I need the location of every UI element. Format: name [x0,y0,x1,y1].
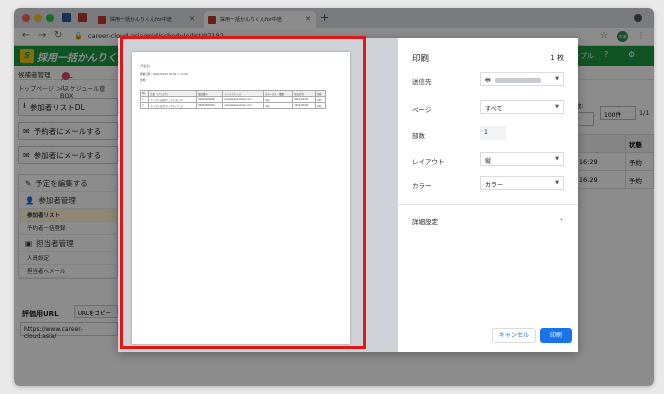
preview-cell: 予約 [262,102,294,109]
divider [398,204,578,205]
chevron-down-icon: ▼ [555,180,559,186]
preview-page: [予定名] 開催日時：2021/04/10 10:00 ～ 11:00 会場： … [132,52,350,344]
destination-label: 送信先 [412,78,432,86]
destination-select[interactable]: 🖶 ▼ [480,72,564,86]
sheet-count: 1 枚 [550,54,564,62]
screen: 採用一括かんりくんfor中途 ✕ 採用一括かんりくんfor中途 ✕ + ← → … [0,0,664,394]
pages-label: ページ [412,106,432,114]
preview-cell: 2 [139,102,150,109]
preview-doc-place: 会場： [140,79,148,82]
cancel-button[interactable]: キャンセル [492,328,536,343]
chevron-down-icon: ▼ [555,76,559,82]
preview-cell: サンプル花子(サンプルハナコ) [148,102,198,109]
color-label: カラー [412,182,432,190]
printer-icon: 🖶 [485,77,491,84]
preview-cell: 予約 [314,102,327,109]
chevron-down-icon: ▼ [555,156,559,162]
preview-row: 2 サンプル花子(サンプルハナコ) 09000000000 sample@exa… [139,102,327,109]
copies-input[interactable]: 1 [480,126,506,140]
preview-cell: 09000000000 [196,102,224,109]
printer-name-redacted [494,78,541,83]
preview-cell: 2021/04/09 [292,102,316,109]
preview-cell: sample@example.com [222,102,264,109]
print-dialog-title: 印刷 [412,54,430,64]
layout-select[interactable]: 縦 ▼ [480,152,564,166]
pages-select-value: すべて [485,106,503,113]
pages-select[interactable]: すべて ▼ [480,100,564,114]
layout-select-value: 縦 [485,158,492,165]
copies-label: 部数 [412,132,425,140]
chevron-down-icon[interactable]: ⌄ [559,215,564,222]
preview-doc-title: [予定名] [140,65,150,68]
print-dialog: [予定名] 開催日時：2021/04/10 10:00 ～ 11:00 会場： … [118,38,578,352]
advanced-settings-toggle[interactable]: 詳細設定 [412,216,438,226]
print-settings-panel: 印刷 1 枚 送信先 🖶 ▼ ページ すべて ▼ 部数 1 レイアウト 縦 ▼ … [398,38,578,352]
preview-doc-meta: 開催日時：2021/04/10 10:00 ～ 11:00 [140,73,188,76]
chevron-down-icon: ▼ [555,104,559,110]
preview-table: No 氏名（フリガナ） 電話番号 メールアドレス ステータス・種類 申込日時 状… [139,90,327,109]
color-select-value: カラー [485,182,504,189]
layout-label: レイアウト [412,158,445,166]
color-select[interactable]: カラー ▼ [480,176,564,190]
print-button[interactable]: 印刷 [540,328,572,343]
print-preview-pane[interactable]: [予定名] 開催日時：2021/04/10 10:00 ～ 11:00 会場： … [118,38,398,352]
